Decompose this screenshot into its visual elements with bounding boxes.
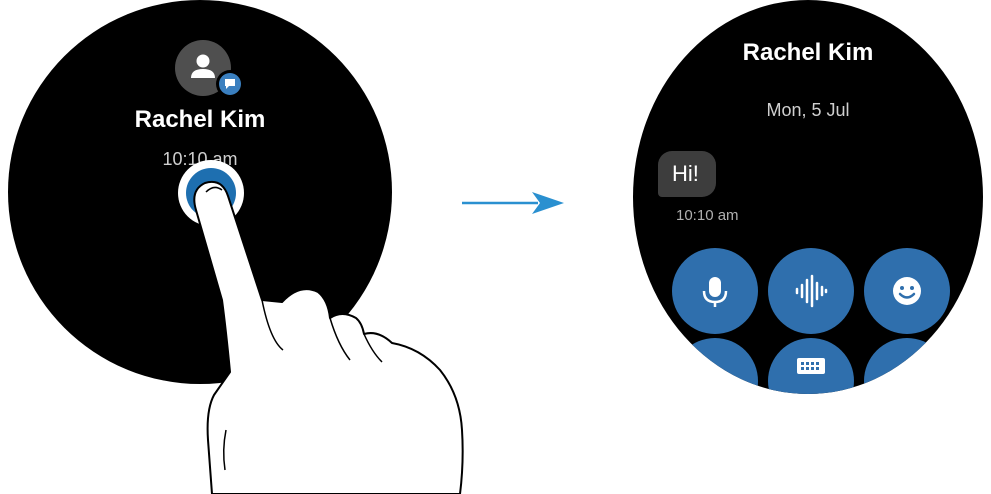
- pointing-finger-icon: [193, 180, 464, 494]
